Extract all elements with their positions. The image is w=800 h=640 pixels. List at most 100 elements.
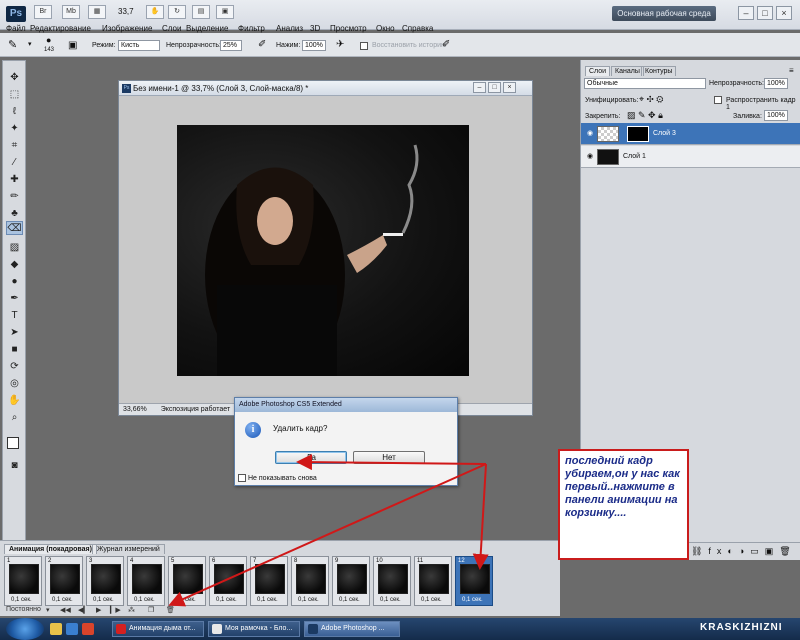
healing-brush-tool-icon[interactable]: ✚: [6, 173, 23, 187]
lock-icons[interactable]: ▨ ✎ ✥ 🔒︎: [627, 110, 663, 121]
task-opera[interactable]: Анимация дыма от...: [112, 621, 204, 637]
blur-tool-icon[interactable]: ◆: [6, 258, 23, 272]
start-button[interactable]: [6, 618, 44, 640]
brush-preview-icon[interactable]: ●: [46, 35, 51, 45]
status-info[interactable]: Экспозиция работает: [161, 406, 230, 413]
tab-paths[interactable]: Контуры: [641, 66, 677, 76]
minibridge-icon[interactable]: Mb: [62, 5, 80, 19]
hand-tool-icon-2[interactable]: ✋: [6, 394, 23, 408]
no-button[interactable]: Нет: [353, 451, 425, 464]
frame-delay[interactable]: 0,1 сек.: [216, 597, 237, 603]
yes-button[interactable]: Да: [275, 451, 347, 464]
layer-mask-thumbnail[interactable]: [627, 126, 649, 142]
fill-input[interactable]: 100%: [764, 110, 788, 121]
eraser-tool-icon[interactable]: ✎: [8, 38, 17, 51]
propagate-checkbox[interactable]: [714, 96, 724, 104]
quick-select-tool-icon[interactable]: ✦: [6, 122, 23, 136]
zoom-level[interactable]: 33,7: [118, 7, 134, 16]
frame-delay[interactable]: 0,1 сек.: [11, 597, 32, 603]
3d-camera-tool-icon[interactable]: ◎: [6, 377, 23, 391]
clone-stamp-tool-icon[interactable]: ♣: [6, 207, 23, 221]
view-extras-icon[interactable]: ▦: [88, 5, 106, 19]
flow-input[interactable]: 100%: [302, 40, 326, 51]
animation-frame[interactable]: 7 0,1 сек.: [250, 556, 288, 606]
pressure-size-icon[interactable]: ✐: [442, 39, 450, 50]
animation-frame[interactable]: 4 0,1 сек.: [127, 556, 165, 606]
animation-frame[interactable]: 10 0,1 сек.: [373, 556, 411, 606]
close-icon[interactable]: ×: [776, 6, 792, 20]
delete-frame-icon[interactable]: 🗑︎: [166, 606, 175, 614]
layer-row-1[interactable]: ◉ Слой 1: [581, 146, 800, 168]
eye-icon[interactable]: ◉: [585, 153, 595, 161]
tab-channels[interactable]: Каналы: [611, 66, 644, 76]
unify-icons[interactable]: ⌖ ✣ ⚙: [639, 94, 663, 105]
doc-close-icon[interactable]: ×: [503, 82, 516, 93]
3d-rotate-tool-icon[interactable]: ⟳: [6, 360, 23, 374]
move-tool-icon[interactable]: ✥: [6, 71, 23, 85]
frame-delay[interactable]: 0,1 сек.: [298, 597, 319, 603]
next-frame-icon[interactable]: ▎▶: [110, 606, 121, 614]
animation-frame[interactable]: 5 0,1 сек.: [168, 556, 206, 606]
tween-icon[interactable]: ⁂: [128, 606, 135, 614]
quick-mask-icon[interactable]: ◙: [6, 459, 23, 473]
frame-delay[interactable]: 0,1 сек.: [421, 597, 442, 603]
doc-minimize-icon[interactable]: –: [473, 82, 486, 93]
arrange-icon[interactable]: ▤: [192, 5, 210, 19]
frame-delay[interactable]: 0,1 сек.: [93, 597, 114, 603]
brush-panel-icon[interactable]: ▣: [68, 40, 77, 51]
dont-show-again[interactable]: Не показывать снова: [238, 474, 317, 482]
maximize-icon[interactable]: □: [757, 6, 773, 20]
frame-delay[interactable]: 0,1 сек.: [339, 597, 360, 603]
duplicate-frame-icon[interactable]: ❐: [148, 606, 154, 614]
path-select-tool-icon[interactable]: ➤: [6, 326, 23, 340]
status-zoom[interactable]: 33,66%: [123, 406, 147, 413]
tab-measurement-log[interactable]: Журнал измерений: [92, 544, 165, 554]
minimize-icon[interactable]: –: [738, 6, 754, 20]
animation-frame[interactable]: 9 0,1 сек.: [332, 556, 370, 606]
canvas-image[interactable]: [177, 125, 469, 376]
eyedropper-tool-icon[interactable]: ⁄: [6, 156, 23, 170]
loop-dropdown-icon[interactable]: ▾: [46, 606, 50, 614]
tab-animation[interactable]: Анимация (покадровая): [4, 544, 97, 554]
eraser-tool-active-icon[interactable]: ⌫: [6, 221, 23, 235]
restore-history-checkbox[interactable]: [360, 42, 370, 50]
frame-delay[interactable]: 0,1 сек.: [52, 597, 73, 603]
animation-frame[interactable]: 11 0,1 сек.: [414, 556, 452, 606]
mail-icon[interactable]: [82, 623, 94, 635]
mode-select[interactable]: Кисть: [118, 40, 160, 51]
lasso-tool-icon[interactable]: ℓ: [6, 105, 23, 119]
frame-delay[interactable]: 0,1 сек.: [380, 597, 401, 603]
prev-frame-icon[interactable]: ◀▎: [78, 606, 89, 614]
brush-tool-icon[interactable]: ✏: [6, 190, 23, 204]
frame-delay[interactable]: 0,1 сек.: [462, 597, 483, 603]
dont-show-checkbox[interactable]: [238, 474, 246, 482]
dodge-tool-icon[interactable]: ●: [6, 275, 23, 289]
frame-delay[interactable]: 0,1 сек.: [175, 597, 196, 603]
task-blog[interactable]: Моя рамочка - Бло...: [208, 621, 300, 637]
rotate-view-icon[interactable]: ↻: [168, 5, 186, 19]
blend-mode-select[interactable]: Обычные: [584, 78, 706, 89]
shape-tool-icon[interactable]: ■: [6, 343, 23, 357]
animation-frame[interactable]: 8 0,1 сек.: [291, 556, 329, 606]
doc-maximize-icon[interactable]: □: [488, 82, 501, 93]
type-tool-icon[interactable]: T: [6, 309, 23, 323]
dropdown-arrow-icon[interactable]: ▾: [28, 40, 32, 48]
frame-delay[interactable]: 0,1 сек.: [134, 597, 155, 603]
screen-mode-icon[interactable]: ▣: [216, 5, 234, 19]
animation-frame[interactable]: 2 0,1 сек.: [45, 556, 83, 606]
pressure-opacity-icon[interactable]: ✐: [258, 39, 266, 50]
animation-frame[interactable]: 1 0,1 сек.: [4, 556, 42, 606]
loop-select[interactable]: Постоянно: [6, 606, 41, 613]
crop-tool-icon[interactable]: ⌗: [6, 139, 23, 153]
explorer-icon[interactable]: [50, 623, 62, 635]
layer-row-3[interactable]: ◉ Слой 3: [581, 123, 800, 145]
play-icon[interactable]: ▶: [96, 606, 101, 614]
tab-layers[interactable]: Слои: [585, 66, 611, 76]
gradient-tool-icon[interactable]: ▨: [6, 241, 23, 255]
layer-opacity-input[interactable]: 100%: [764, 78, 788, 89]
eye-icon[interactable]: ◉: [585, 130, 595, 138]
browser-icon[interactable]: [66, 623, 78, 635]
task-photoshop[interactable]: Adobe Photoshop ...: [304, 621, 400, 637]
panel-menu-icon[interactable]: ≡: [789, 66, 794, 75]
frame-delay[interactable]: 0,1 сек.: [257, 597, 278, 603]
